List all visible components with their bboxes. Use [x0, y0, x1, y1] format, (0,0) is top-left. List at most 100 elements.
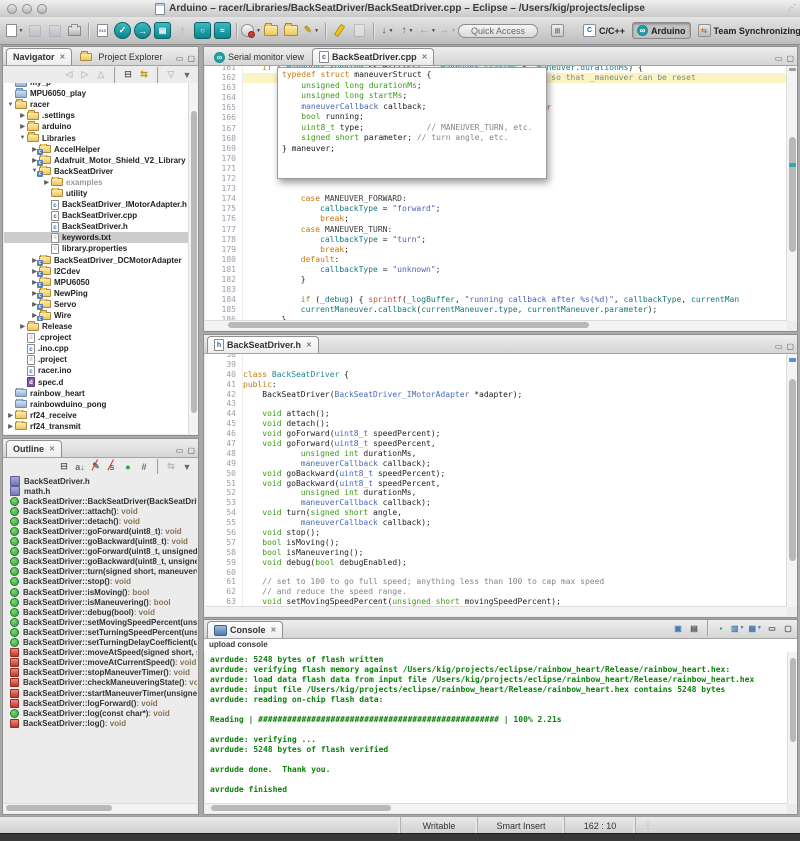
tree-item-backseatdriver-imotoradapter-h[interactable]: BackSeatDriver_IMotorAdapter.h — [4, 199, 188, 210]
outline-item[interactable]: BackSeatDriver::BackSeatDriver(BackSeatD… — [4, 496, 197, 506]
outline-item[interactable]: BackSeatDriver::startManeuverTimer(unsig… — [4, 688, 197, 698]
view-menu-button[interactable]: ▼ — [181, 68, 193, 81]
dropdown-arrow-icon[interactable]: ▼ — [740, 625, 745, 631]
expand-arrow-icon[interactable]: ▶ — [18, 112, 27, 119]
outline-item[interactable]: BackSeatDriver::moveAtSpeed(signed short… — [4, 648, 197, 658]
tab-backseatdriver-cpp[interactable]: cBackSeatDriver.cpp✕ — [312, 48, 434, 65]
tree-item-newping[interactable]: ▶NewPing — [4, 288, 188, 299]
dropdown-arrow-icon[interactable]: ▼ — [314, 28, 319, 34]
code-line[interactable]: 178 callbackType = "turn"; — [205, 235, 787, 245]
outline-item[interactable]: BackSeatDriver::checkManeuveringState() … — [4, 678, 197, 688]
dropdown-arrow-icon[interactable]: ▼ — [19, 28, 24, 34]
code-line[interactable]: maneuverCallback callback; — [282, 102, 542, 113]
close-tab-icon[interactable]: ✕ — [422, 53, 428, 61]
perspective-arduino[interactable]: ∞Arduino — [632, 22, 691, 39]
code-line[interactable]: 43 — [205, 399, 787, 409]
tree-item-mpu6050[interactable]: ▶MPU6050 — [4, 277, 188, 288]
tree-item-servo[interactable]: ▶Servo — [4, 299, 188, 310]
code-line[interactable]: typedef struct maneuverStruct { — [282, 70, 542, 81]
code-line[interactable]: 40class BackSeatDriver { — [205, 370, 787, 380]
filter-grid-button[interactable]: # — [138, 460, 150, 473]
link-with-editor-button[interactable]: ⇆ — [165, 460, 177, 473]
tree-item-mpu6050-play[interactable]: MPU6050_play — [4, 88, 188, 99]
code-line[interactable]: 62 // and reduce the speed range. — [205, 587, 787, 597]
code-line[interactable]: 59 void debug(bool debugEnabled); — [205, 558, 787, 568]
outline-item[interactable]: BackSeatDriver::isManeuvering() : bool — [4, 597, 197, 607]
tab-project-explorer[interactable]: Project Explorer — [73, 48, 169, 65]
back-history-button[interactable]: ←▼ — [418, 21, 437, 40]
close-tab-icon[interactable]: ✕ — [60, 53, 66, 61]
forward-button[interactable]: ▷ — [79, 68, 91, 81]
tab-navigator[interactable]: Navigator✕ — [6, 48, 72, 65]
outline-item[interactable]: BackSeatDriver::setTurningSpeedPercent(u… — [4, 627, 197, 637]
close-tab-icon[interactable]: ✕ — [271, 626, 277, 634]
outline-item[interactable]: BackSeatDriver::setTurningDelayCoefficie… — [4, 638, 197, 648]
verify-compile-button[interactable]: ✓ — [113, 21, 132, 40]
oscilloscope-button[interactable]: ≈ — [213, 21, 232, 40]
tree-item-ino-cpp[interactable]: .ino.cpp — [4, 343, 188, 354]
code-line[interactable]: 44 void attach(); — [205, 409, 787, 419]
outline-item[interactable]: BackSeatDriver.h — [4, 476, 197, 486]
minimize-icon[interactable]: ▭ — [775, 342, 783, 351]
maximize-icon[interactable]: ▢ — [187, 54, 195, 63]
open-folder-button[interactable] — [282, 21, 301, 40]
next-annotation-button[interactable]: ↓▼ — [378, 21, 397, 40]
outline-item[interactable]: BackSeatDriver::goForward(uint8_t) : voi… — [4, 526, 197, 536]
insert-mode-status[interactable]: Smart Insert — [477, 817, 564, 834]
expand-arrow-icon[interactable]: ▼ — [6, 102, 15, 108]
code-line[interactable]: 45 void detach(); — [205, 419, 787, 429]
dropdown-arrow-icon[interactable]: ▼ — [431, 28, 436, 34]
tree-item-project[interactable]: .project — [4, 354, 188, 365]
maximize-button[interactable]: ▢ — [782, 622, 794, 635]
tree-item-racer[interactable]: ▼racer — [4, 99, 188, 110]
tree-item-examples[interactable]: ▶examples — [4, 177, 188, 188]
tree-item-backseatdriver-dcmotoradapter[interactable]: ▶BackSeatDriver_DCMotorAdapter — [4, 255, 188, 266]
code-line[interactable]: 46 void goForward(uint8_t speedPercent); — [205, 429, 787, 439]
outline-item[interactable]: BackSeatDriver::turn(signed short, maneu… — [4, 567, 197, 577]
paintbrush-button[interactable]: ✎▼ — [302, 21, 321, 40]
code-line[interactable]: 52 unsigned int durationMs, — [205, 488, 787, 498]
show-console-on-output-button[interactable]: ▣ — [672, 622, 684, 635]
code-line[interactable]: 57 bool isMoving(); — [205, 538, 787, 548]
code-line[interactable]: 184 if (_debug) { sprintf(_logBuffer, "r… — [205, 295, 787, 305]
code-line[interactable]: 174 case MANEUVER_FORWARD: — [205, 194, 787, 204]
expand-arrow-icon[interactable]: ▶ — [18, 323, 27, 330]
expand-arrow-icon[interactable]: ▶ — [6, 412, 15, 419]
expand-arrow-icon[interactable]: ▼ — [18, 135, 27, 141]
sort-button[interactable]: a↓ — [74, 460, 86, 473]
minimize-icon[interactable]: ▭ — [176, 54, 184, 63]
binary-file-button[interactable] — [93, 21, 112, 40]
hide-non-public-members-button[interactable]: ● — [122, 460, 134, 473]
tree-item-backseatdriver-cpp[interactable]: BackSeatDriver.cpp — [4, 210, 188, 221]
zoom-window-button[interactable] — [37, 4, 47, 14]
print-button[interactable] — [65, 21, 84, 40]
code-line[interactable]: 41public: — [205, 380, 787, 390]
code-line[interactable]: 173 — [205, 184, 787, 194]
resize-grip-icon[interactable]: ⋰ — [788, 3, 797, 12]
expand-arrow-icon[interactable]: ▶ — [18, 123, 27, 130]
code-line[interactable]: signed short parameter; // turn angle, e… — [282, 133, 542, 144]
dropdown-arrow-icon[interactable]: ▼ — [757, 625, 762, 631]
hide-static-members-button[interactable]: s — [106, 460, 118, 473]
tree-item-cproject[interactable]: .cproject — [4, 332, 188, 343]
outline-item[interactable]: BackSeatDriver::stopManeuverTimer() : vo… — [4, 668, 197, 678]
tab-backseatdriver-h[interactable]: hBackSeatDriver.h✕ — [207, 336, 319, 353]
outline-item[interactable]: BackSeatDriver::isMoving() : bool — [4, 587, 197, 597]
code-line[interactable]: 181 callbackType = "unknown"; — [205, 265, 787, 275]
tree-item-racer-ino[interactable]: racer.ino — [4, 365, 188, 376]
tree-item-rainbowduino-pong[interactable]: rainbowduino_pong — [4, 399, 188, 410]
code-line[interactable]: 58 bool isManeuvering(); — [205, 548, 787, 558]
tree-item-wire[interactable]: ▶Wire — [4, 310, 188, 321]
pin-editor-button[interactable] — [350, 21, 369, 40]
tree-item-utility[interactable]: utility — [4, 188, 188, 199]
quick-access-button[interactable]: Quick Access — [458, 24, 538, 38]
outline-item[interactable]: BackSeatDriver::setMovingSpeedPercent(un… — [4, 617, 197, 627]
code-line[interactable]: 50 void goBackward(uint8_t speedPercent)… — [205, 469, 787, 479]
tree-item-rainbow-heart[interactable]: rainbow_heart — [4, 388, 188, 399]
maximize-icon[interactable]: ▢ — [786, 342, 794, 351]
tab-serial-monitor-view[interactable]: ∞Serial monitor view — [207, 48, 311, 65]
editor-hscrollbar[interactable] — [205, 606, 787, 616]
tree-item-libraries[interactable]: ▼Libraries — [4, 132, 188, 143]
run-external-tools-button[interactable]: ▼ — [241, 21, 261, 40]
pin-console-button[interactable]: ▪ — [715, 622, 727, 635]
